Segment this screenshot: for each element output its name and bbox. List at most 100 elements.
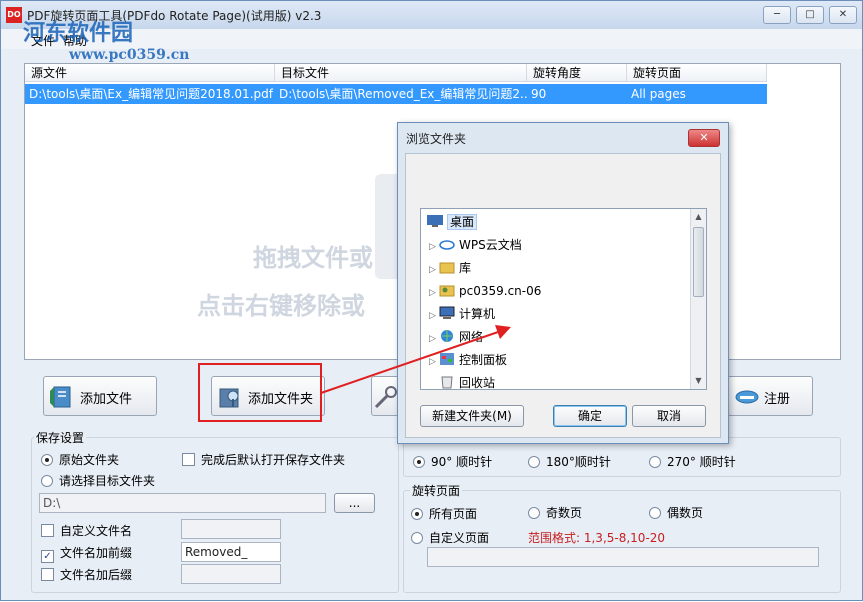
expand-arrow-icon[interactable]: ▷ — [429, 259, 439, 281]
prefix-field[interactable]: Removed_ — [181, 542, 281, 562]
drop-hint-line2: 点击右键移除或 — [197, 292, 365, 320]
tree-item-network[interactable]: ▷ 网络 — [429, 326, 483, 348]
checkbox-box — [41, 524, 54, 537]
suffix-label: 文件名加后缀 — [60, 568, 133, 582]
scroll-up-icon[interactable]: ▲ — [691, 209, 706, 225]
column-target[interactable]: 目标文件 — [275, 64, 527, 82]
radio-choose-target[interactable]: 请选择目标文件夹 — [41, 472, 155, 489]
odd-pages-label: 奇数页 — [546, 506, 583, 520]
choose-target-label: 请选择目标文件夹 — [59, 474, 156, 488]
checkbox-prefix[interactable]: ✓ 文件名加前缀 — [41, 544, 132, 563]
desktop-icon — [427, 215, 443, 227]
column-angle[interactable]: 旋转角度 — [527, 64, 627, 82]
expand-arrow-icon[interactable]: ▷ — [429, 351, 439, 373]
open-after-label: 完成后默认打开保存文件夹 — [201, 453, 346, 467]
ok-button[interactable]: 确定 — [553, 405, 627, 427]
cell-source: D:\tools\桌面\Ex_编辑常见问题2018.01.pdf — [29, 87, 273, 101]
radio-indicator — [413, 456, 425, 468]
prefix-label: 文件名加前缀 — [60, 546, 133, 560]
tree-item-user[interactable]: ▷ pc0359.cn-06 — [429, 280, 541, 302]
checkbox-box: ✓ — [41, 550, 54, 563]
tree-label: 网络 — [459, 330, 484, 344]
minimize-button[interactable]: ─ — [763, 6, 791, 24]
network-icon — [441, 330, 453, 342]
radio-rotate-270[interactable]: 270° 顺时针 — [649, 453, 736, 470]
checkbox-custom-filename[interactable]: 自定义文件名 — [41, 522, 132, 539]
suffix-field[interactable] — [181, 564, 281, 584]
table-row[interactable]: D:\tools\桌面\Ex_编辑常见问题2018.01.pdf D:\tool… — [25, 84, 767, 104]
new-folder-button[interactable]: 新建文件夹(M) — [420, 405, 524, 427]
checkbox-box — [41, 568, 54, 581]
original-folder-label: 原始文件夹 — [59, 453, 120, 467]
custom-filename-field[interactable] — [181, 519, 281, 539]
radio-even-pages[interactable]: 偶数页 — [649, 504, 703, 521]
custom-pages-field[interactable] — [427, 547, 819, 567]
range-format-hint: 范围格式: 1,3,5-8,10-20 — [528, 531, 666, 545]
register-button[interactable]: 注册 — [727, 376, 813, 416]
radio-indicator — [528, 507, 540, 519]
all-pages-label: 所有页面 — [429, 507, 478, 521]
add-file-label: 添加文件 — [80, 392, 133, 407]
dialog-title: 浏览文件夹 — [406, 132, 467, 146]
folder-tree[interactable]: 桌面 ▷ WPS云文档 ▷ 库 ▷ pc0359.cn-06 ▷ 计算机 ▷ 网络 ▷ 控制… — [420, 208, 707, 390]
tree-item-computer[interactable]: ▷ 计算机 — [429, 303, 495, 325]
radio-indicator — [411, 532, 423, 544]
tree-label: WPS云文档 — [459, 238, 522, 252]
expand-arrow-icon[interactable]: ▷ — [429, 328, 439, 350]
rotate-180-label: 180°顺时针 — [546, 455, 611, 469]
radio-all-pages[interactable]: 所有页面 — [411, 505, 477, 522]
tree-label: 控制面板 — [459, 353, 508, 367]
highlight-annotation — [198, 363, 322, 422]
radio-indicator — [528, 456, 540, 468]
register-label: 注册 — [764, 392, 791, 407]
maximize-button[interactable]: □ — [796, 6, 824, 24]
radio-odd-pages[interactable]: 奇数页 — [528, 504, 582, 521]
radio-rotate-180[interactable]: 180°顺时针 — [528, 453, 611, 470]
radio-indicator — [649, 456, 661, 468]
expand-arrow-icon[interactable]: ▷ — [429, 305, 439, 327]
rotate-270-label: 270° 顺时针 — [667, 455, 736, 469]
target-path-field[interactable]: D:\ — [39, 493, 326, 513]
close-button[interactable]: ✕ — [829, 6, 857, 24]
column-source[interactable]: 源文件 — [25, 64, 275, 82]
dialog-close-button[interactable]: ✕ — [688, 129, 720, 147]
tree-label: 回收站 — [459, 376, 496, 390]
tree-item-recycle-bin[interactable]: 回收站 — [439, 372, 496, 390]
checkbox-suffix[interactable]: 文件名加后缀 — [41, 566, 132, 583]
radio-original-folder[interactable]: 原始文件夹 — [41, 451, 119, 468]
column-pages[interactable]: 旋转页面 — [627, 64, 767, 82]
watermark-logo: 河东软件园 — [23, 20, 134, 46]
control-panel-icon — [440, 353, 454, 365]
rotate-pages-title: 旋转页面 — [410, 482, 463, 499]
cell-pages: All pages — [631, 87, 686, 101]
recycle-bin-icon — [441, 376, 453, 389]
scroll-thumb[interactable] — [693, 227, 704, 297]
scroll-down-icon[interactable]: ▼ — [691, 373, 706, 389]
browse-button[interactable]: ... — [334, 493, 375, 513]
checkbox-open-after[interactable]: 完成后默认打开保存文件夹 — [182, 451, 345, 468]
tree-scrollbar[interactable]: ▲ ▼ — [690, 209, 706, 389]
library-folder-icon — [439, 262, 455, 274]
file-list-header: 源文件 目标文件 旋转角度 旋转页面 — [25, 64, 767, 82]
radio-indicator — [41, 454, 53, 466]
tree-item-library[interactable]: ▷ 库 — [429, 257, 471, 279]
app-icon: DO — [6, 7, 22, 23]
tree-item-wps-cloud[interactable]: ▷ WPS云文档 — [429, 234, 522, 256]
radio-indicator — [41, 475, 53, 487]
cancel-button[interactable]: 取消 — [632, 405, 706, 427]
add-file-button[interactable]: 添加文件 — [43, 376, 157, 416]
add-file-icon — [50, 386, 71, 408]
tree-item-desktop[interactable]: 桌面 — [427, 211, 478, 233]
expand-arrow-icon[interactable]: ▷ — [429, 236, 439, 258]
rotate-90-label: 90° 顺时针 — [431, 455, 493, 469]
register-icon — [735, 390, 759, 404]
drop-hint-line1: 拖拽文件或 — [253, 244, 373, 272]
radio-rotate-90[interactable]: 90° 顺时针 — [413, 453, 492, 470]
user-folder-icon — [439, 285, 455, 297]
cell-target: D:\tools\桌面\Removed_Ex_编辑常见问题2... — [279, 87, 527, 101]
radio-custom-pages[interactable]: 自定义页面 — [411, 529, 489, 546]
tree-label: 计算机 — [459, 307, 496, 321]
radio-indicator — [411, 508, 423, 520]
expand-arrow-icon[interactable]: ▷ — [429, 282, 439, 304]
tree-item-control-panel[interactable]: ▷ 控制面板 — [429, 349, 507, 371]
